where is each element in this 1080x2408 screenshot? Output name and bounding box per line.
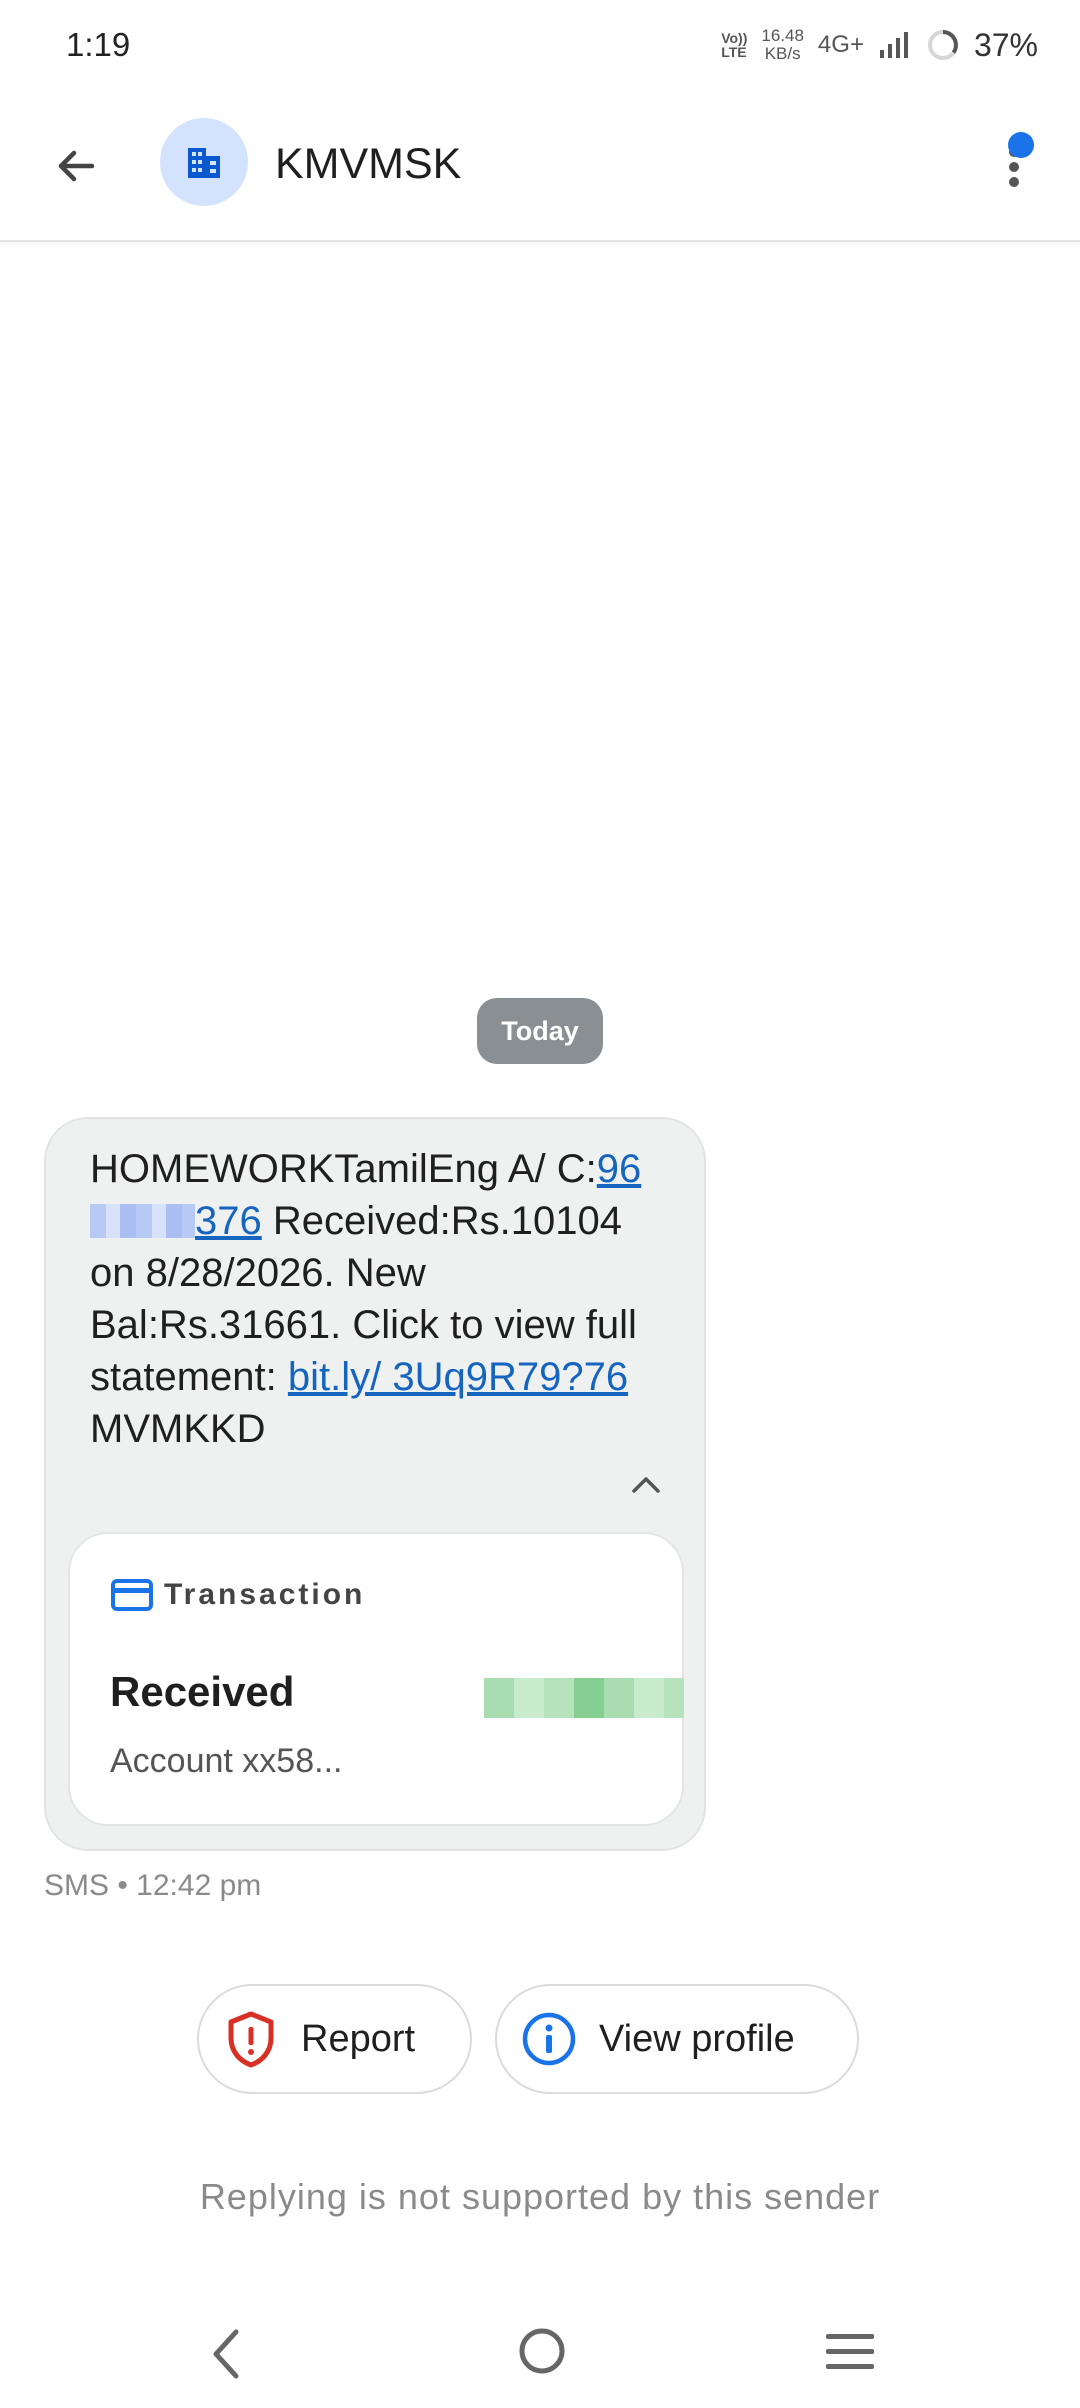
arrow-back-icon	[58, 150, 95, 182]
back-button[interactable]	[46, 136, 106, 196]
message-bubble[interactable]: HOMEWORKTamilEng A/ C:96376 Received:Rs.…	[44, 1117, 706, 1851]
volte-icon: Vo)) LTE	[721, 30, 748, 60]
collapse-button[interactable]	[626, 1469, 666, 1499]
net-speed-unit: KB/s	[764, 44, 801, 63]
shield-alert-icon	[228, 2011, 274, 2068]
signal-icon	[879, 32, 908, 58]
card-account: Account xx58...	[110, 1742, 343, 1780]
net-speed-value: 16.48	[761, 26, 804, 45]
chevron-up-icon	[632, 1477, 660, 1493]
redacted-amount	[484, 1678, 684, 1718]
message-meta: SMS • 12:42 pm	[44, 1869, 262, 1902]
redacted-digits	[90, 1204, 195, 1238]
contact-name[interactable]: KMVMSK	[275, 140, 461, 189]
status-icons: Vo)) LTE 16.48 KB/s 4G+ 37%	[721, 27, 1038, 64]
card-header: Transaction	[110, 1578, 365, 1612]
network-type: 4G+	[817, 31, 864, 58]
message-text: HOMEWORKTamilEng A/ C:96376 Received:Rs.…	[90, 1147, 642, 1451]
messages-screen: 1:19 Vo)) LTE 16.48 KB/s 4G+ 37% KMVMSK …	[0, 0, 1080, 2408]
statement-url-link[interactable]: bit.ly/ 3Uq9R79?76	[288, 1355, 628, 1399]
nav-home-icon[interactable]	[517, 2326, 567, 2376]
view-profile-label: View profile	[599, 2017, 795, 2060]
reply-not-supported-note: Replying is not supported by this sender	[199, 2176, 881, 2217]
view-profile-button[interactable]: View profile	[495, 1984, 859, 2094]
more-options-button[interactable]	[994, 132, 1034, 202]
battery-percent: 37%	[973, 26, 1038, 63]
battery-icon	[927, 30, 958, 60]
report-label: Report	[301, 2017, 416, 2060]
app-bar: KMVMSK	[0, 90, 1080, 242]
credit-card-icon	[111, 1579, 153, 1611]
avatar[interactable]	[160, 118, 248, 206]
transaction-card[interactable]: Transaction Received Account xx58...	[68, 1532, 684, 1826]
status-time: 1:19	[66, 26, 131, 63]
date-chip: Today	[477, 998, 603, 1064]
card-status: Received	[110, 1668, 295, 1715]
nav-back-icon[interactable]	[202, 2326, 252, 2382]
nav-recents-icon[interactable]	[824, 2330, 876, 2374]
notification-dot	[1008, 132, 1034, 158]
business-icon	[188, 148, 220, 178]
system-nav-bar	[0, 2300, 1080, 2408]
card-title: Transaction	[164, 1578, 366, 1611]
status-bar: 1:19 Vo)) LTE 16.48 KB/s 4G+ 37%	[0, 0, 1080, 90]
net-speed: 16.48 KB/s	[761, 27, 804, 63]
report-button[interactable]: Report	[197, 1984, 472, 2094]
info-icon	[522, 2012, 576, 2066]
